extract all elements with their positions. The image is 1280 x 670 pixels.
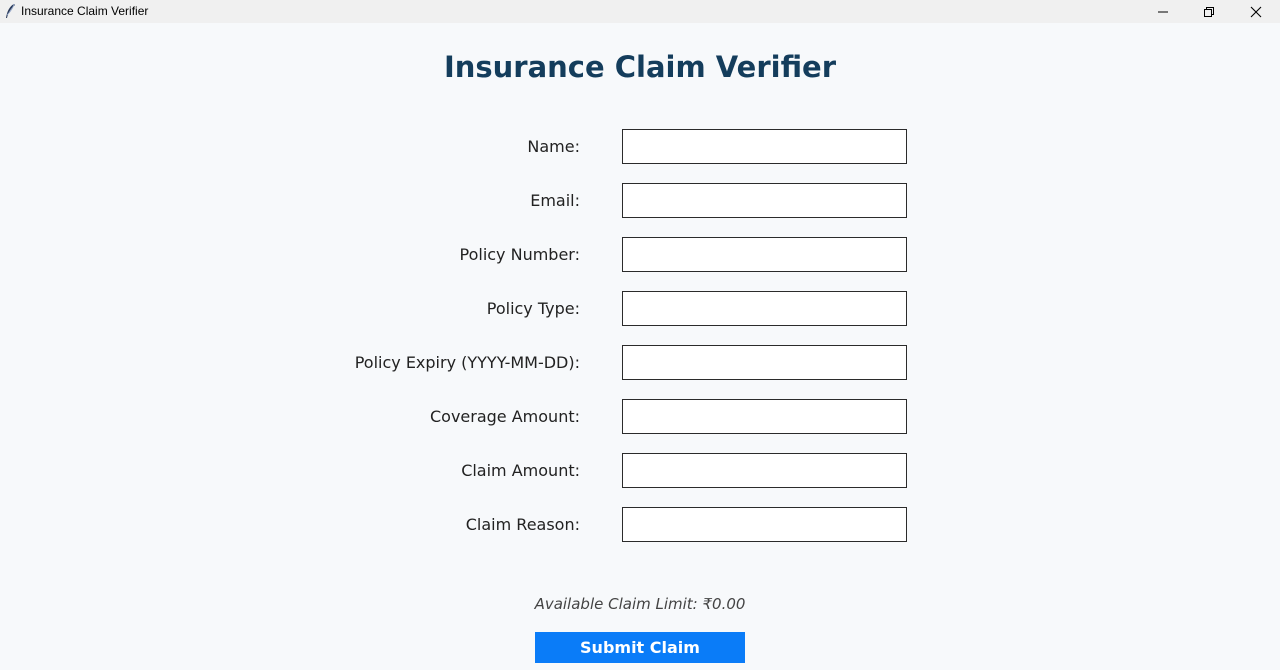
policy-expiry-input[interactable]: [622, 345, 907, 380]
email-input[interactable]: [622, 183, 907, 218]
policy-number-label: Policy Number:: [459, 245, 581, 264]
restore-button[interactable]: [1186, 0, 1232, 23]
claim-amount-input[interactable]: [622, 453, 907, 488]
window-titlebar: Insurance Claim Verifier: [0, 0, 1280, 23]
restore-icon: [1204, 6, 1214, 17]
claim-reason-label: Claim Reason:: [465, 515, 580, 534]
close-button[interactable]: [1233, 0, 1279, 23]
page-title: Insurance Claim Verifier: [443, 50, 837, 84]
available-claim-limit: Available Claim Limit: ₹0.00: [534, 595, 746, 613]
minimize-button[interactable]: [1140, 0, 1186, 23]
minimize-icon: [1158, 11, 1168, 12]
window-title: Insurance Claim Verifier: [21, 4, 149, 18]
email-label: Email:: [530, 191, 580, 210]
feather-icon: [6, 3, 15, 18]
policy-number-input[interactable]: [622, 237, 907, 272]
submit-claim-button[interactable]: Submit Claim: [535, 632, 745, 663]
policy-expiry-label: Policy Expiry (YYYY-MM-DD):: [354, 353, 580, 372]
close-icon: [1250, 6, 1262, 17]
name-label: Name:: [527, 137, 580, 156]
claim-reason-input[interactable]: [622, 507, 907, 542]
name-input[interactable]: [622, 129, 907, 164]
claim-amount-label: Claim Amount:: [461, 461, 580, 480]
coverage-amount-input[interactable]: [622, 399, 907, 434]
policy-type-label: Policy Type:: [486, 299, 580, 318]
policy-type-input[interactable]: [622, 291, 907, 326]
coverage-amount-label: Coverage Amount:: [429, 407, 580, 426]
